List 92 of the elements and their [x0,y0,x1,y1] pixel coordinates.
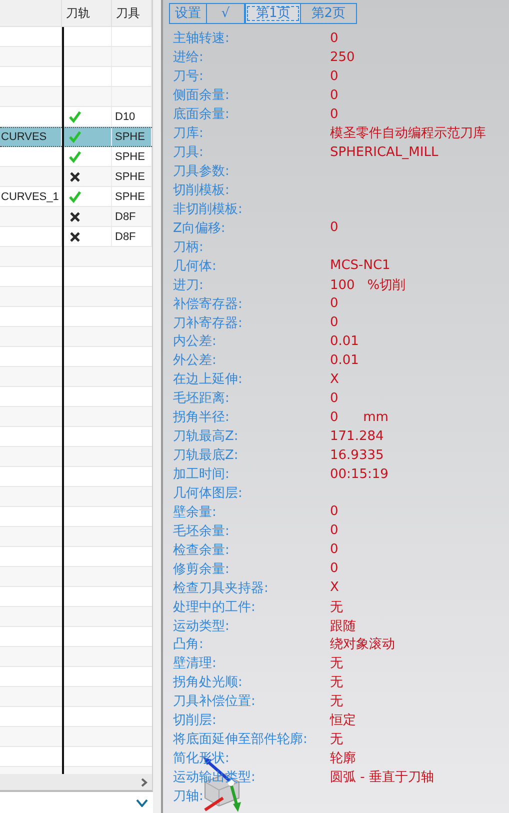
table-cell: D10 [115,110,136,122]
property-label: 毛坯余量: [172,522,230,540]
property-value: 0 [330,315,338,330]
table-row[interactable]: CURVES_1 SPHE [0,187,152,207]
property-label: 将底面延伸至部件轮廓: [172,731,308,748]
table-cell: D8F [115,210,136,222]
property-label: 侧面余量: [172,87,230,104]
property-label: 外公差: [172,352,218,370]
property-label: 凸角: [172,636,204,654]
property-value: 0 [330,68,338,84]
property-label: 进给: [172,49,204,66]
property-label: 切削层: [172,712,218,730]
property-label: 处理中的工件: [172,598,256,616]
property-label: 非切削模板: [172,200,244,218]
horizontal-scrollbar[interactable] [0,774,152,790]
table-cell: D8F [115,230,136,242]
property-label: 几何体图层: [172,484,244,502]
column-header[interactable]: 刀轨 [62,0,112,26]
chevron-down-icon[interactable] [136,798,148,806]
property-label: 刀具: [172,144,204,162]
property-label: 刀号: [172,68,204,86]
property-value: SPHERICAL_MILL [330,144,438,160]
property-label: 检查刀具夹持器: [172,580,270,597]
property-label: 刀库: [172,125,204,142]
property-label: 切削模板: [172,182,230,199]
property-label: Z向偏移: [172,220,226,237]
property-value: 0 [330,561,338,576]
property-value: 跟随 [330,618,356,635]
property-value: 250 [330,50,355,65]
property-label: 刀轨最底Z: [172,447,240,464]
property-value: MCS-NC1 [330,258,390,274]
property-value: 0 mm [330,410,388,425]
property-label: 进刀: [172,276,204,294]
table-cell: SPHE [115,131,145,143]
property-value: 171.284 [330,428,384,444]
property-label: 运动输出类型: [172,769,256,786]
property-value: 恒定 [330,712,356,730]
splitter[interactable] [153,0,163,813]
property-value: 0.01 [330,352,359,368]
property-label: 几何体: [172,258,218,275]
property-value: 绕对象滚动 [330,636,395,654]
property-value: 无 [330,693,343,710]
property-value: X [330,580,339,596]
property-value: 无 [330,674,343,692]
property-value: 0.01 [330,334,359,349]
property-label: 检查余量: [172,542,230,559]
property-label: 拐角半径: [172,409,230,426]
property-label: 毛坯距离: [172,390,230,408]
property-value: 无 [330,731,343,748]
property-value: 模圣零件自动编程示范刀库 [330,125,486,142]
table-cell: CURVES_1 [1,190,59,202]
property-label: 加工时间: [172,466,230,484]
table-cell: SPHE [115,170,145,182]
property-value: 100 %切削 [330,276,406,294]
property-value: 0 [330,542,338,558]
property-label: 刀具参数: [172,163,230,180]
property-label: 刀具补偿位置: [172,693,256,710]
table-cell: SPHE [115,190,145,202]
property-label: 补偿寄存器: [172,296,244,313]
property-label: 刀轴: [172,788,204,805]
property-label: 壁余量: [172,504,218,521]
property-label: 修剪余量: [172,560,230,578]
property-label: 壁清理: [172,655,218,672]
property-label: 刀柄: [172,238,204,256]
property-value: 0 [330,30,338,46]
property-value: 0 [330,106,338,122]
table-cell: CURVES [1,131,47,143]
property-label: 运动类型: [172,618,230,635]
property-value: 0 [330,88,338,103]
property-value: 0 [330,504,338,520]
property-value: 16.9335 [330,448,384,463]
property-value: 0 [330,523,338,538]
property-value: 0 [330,296,338,312]
property-label: 内公差: [172,333,218,350]
selected-row[interactable]: CURVES SPHE [0,127,152,147]
table-cell: SPHE [115,150,145,162]
property-value: 无 [330,598,343,616]
property-label: 底面余量: [172,106,230,124]
property-label: 拐角处光顺: [172,674,244,692]
property-value: 圆弧 - 垂直于刀轴 [330,769,434,786]
property-label: 刀轨最高Z: [172,428,240,446]
property-label: 主轴转速: [172,30,230,48]
property-label: 在边上延伸: [172,371,244,388]
property-value: 0 [330,390,338,406]
property-value: 00:15:19 [330,466,388,482]
property-value: 轮廓 [330,750,356,768]
property-value: 0 [330,220,338,236]
property-label: 刀补寄存器: [172,314,244,332]
scroll-right-icon[interactable] [141,778,148,786]
property-value: X [330,372,339,387]
property-value: 无 [330,655,343,672]
column-header[interactable]: 刀具 [112,0,152,26]
